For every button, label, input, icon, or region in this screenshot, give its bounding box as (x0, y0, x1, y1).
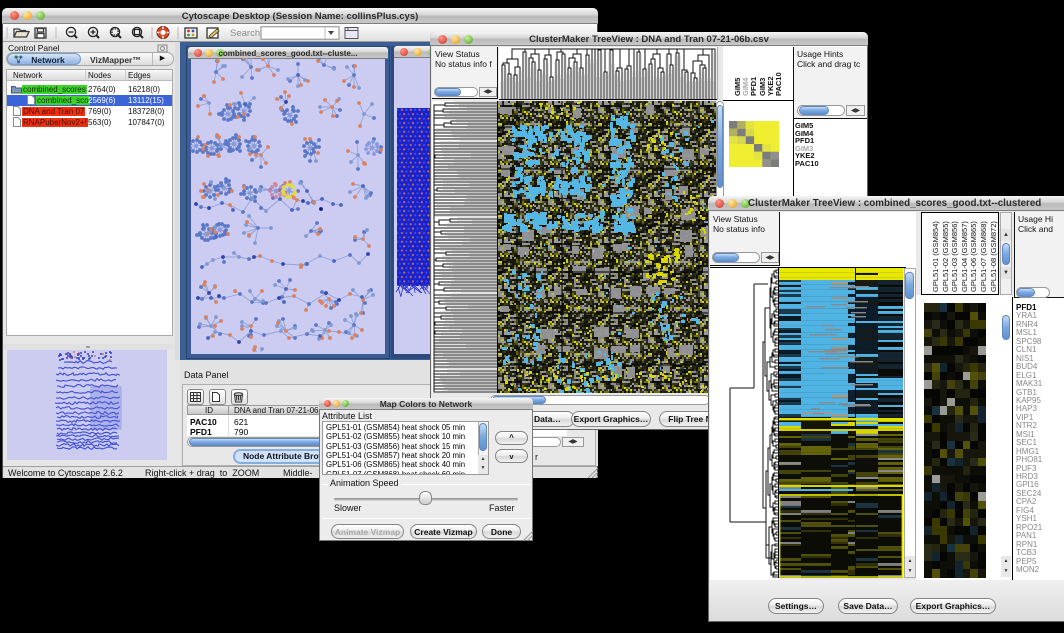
svg-text:Search:: Search: (230, 28, 263, 39)
